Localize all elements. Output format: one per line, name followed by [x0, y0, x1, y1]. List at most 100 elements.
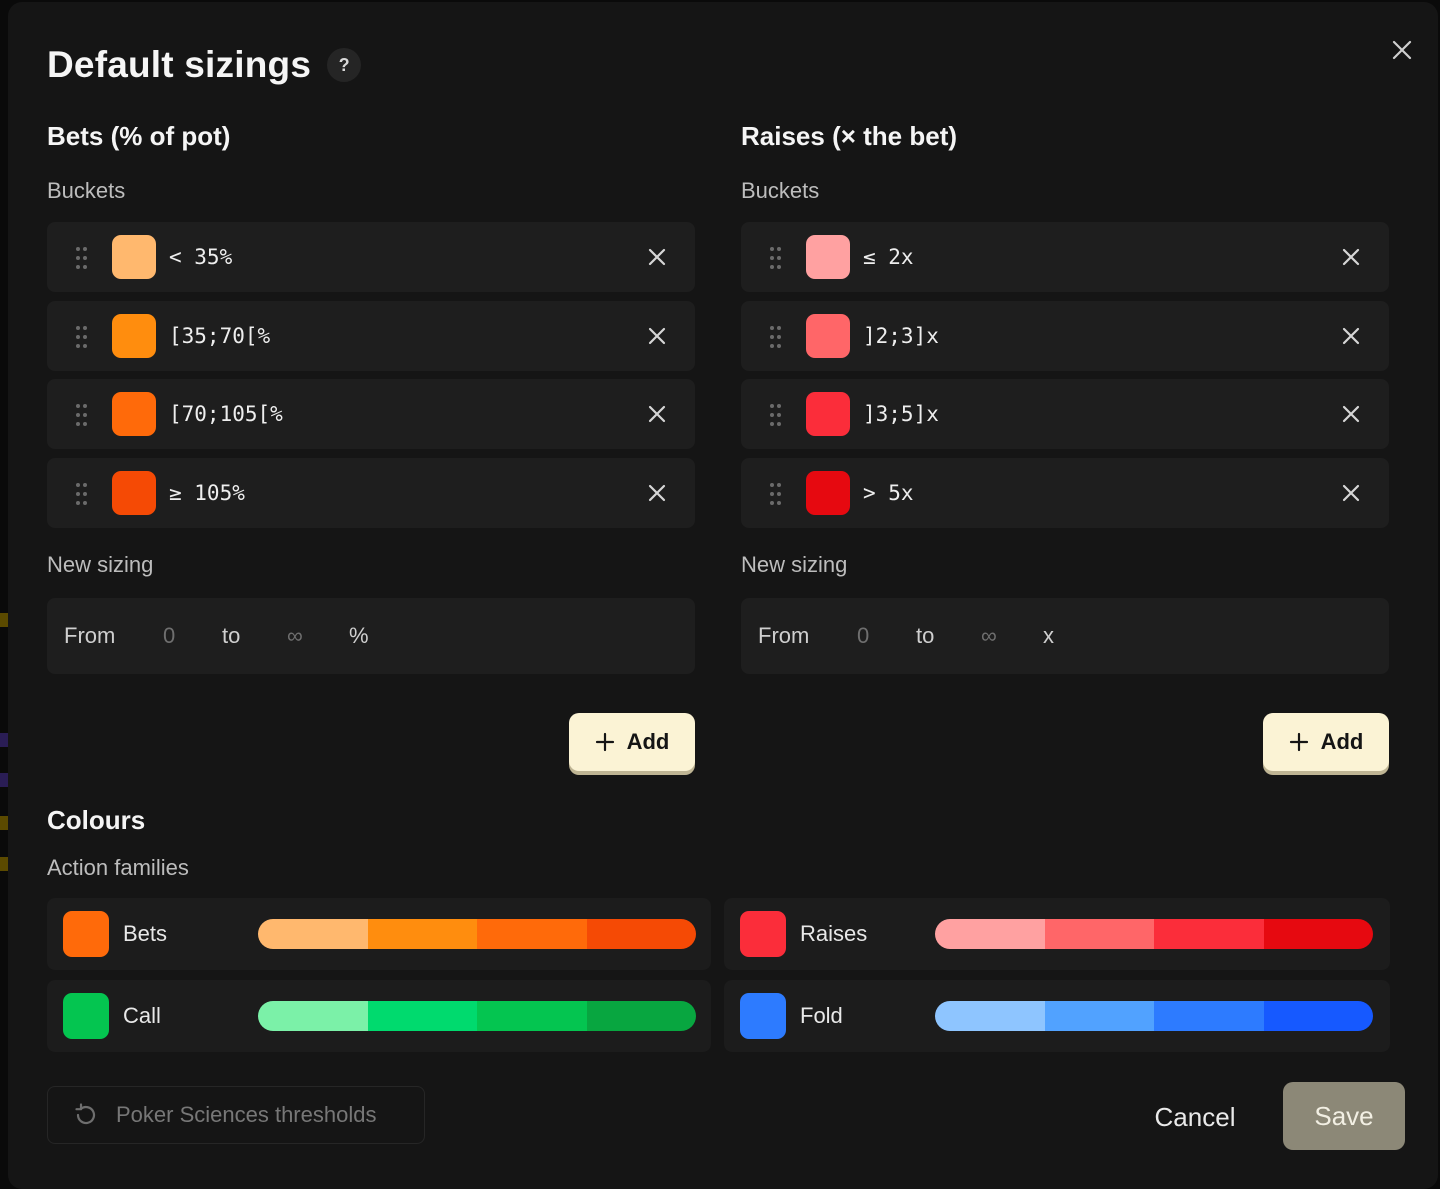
family-row-raises: Raises: [724, 898, 1390, 970]
drag-handle-icon[interactable]: [770, 326, 782, 348]
remove-bucket-icon[interactable]: [645, 402, 669, 426]
bucket-color-swatch[interactable]: [806, 235, 850, 279]
gradient-segment: [1263, 1001, 1373, 1031]
plus-icon: [1289, 732, 1308, 752]
family-label: Bets: [123, 921, 168, 946]
gradient-segment: [586, 1001, 696, 1031]
drag-handle-icon[interactable]: [770, 404, 782, 426]
bucket-color-swatch[interactable]: [806, 471, 850, 515]
bucket-color-swatch[interactable]: [112, 235, 156, 279]
bucket-color-swatch[interactable]: [806, 392, 850, 436]
family-gradient-bar: [935, 919, 1373, 949]
family-color-swatch[interactable]: [740, 993, 786, 1039]
remove-bucket-icon[interactable]: [1339, 402, 1363, 426]
gradient-segment: [258, 919, 368, 949]
drag-handle-icon[interactable]: [76, 404, 88, 426]
gradient-segment: [1154, 1001, 1264, 1031]
close-button[interactable]: [1384, 32, 1420, 68]
from-label: From: [758, 623, 810, 648]
gradient-segment: [477, 919, 587, 949]
to-input[interactable]: ∞: [981, 598, 997, 674]
raises-add-button[interactable]: Add: [1263, 713, 1389, 771]
gradient-segment: [367, 919, 477, 949]
drag-handle-icon[interactable]: [76, 247, 88, 269]
family-row-fold: Fold: [724, 980, 1390, 1052]
family-row-call: Call: [47, 980, 711, 1052]
remove-bucket-icon[interactable]: [1339, 245, 1363, 269]
drag-handle-icon[interactable]: [770, 483, 782, 505]
dialog-header: Default sizings ?: [47, 44, 362, 86]
family-label: Fold: [800, 1003, 843, 1028]
help-button[interactable]: ?: [327, 48, 362, 82]
plus-icon: [595, 732, 614, 752]
bucket-label: ≤ 2x: [863, 245, 914, 269]
raises-bucket-row: > 5x: [741, 458, 1389, 528]
raises-bucket-row: ≤ 2x: [741, 222, 1389, 292]
cancel-button[interactable]: Cancel: [1138, 1084, 1252, 1150]
dialog-title: Default sizings: [47, 44, 312, 85]
bucket-color-swatch[interactable]: [112, 471, 156, 515]
raises-buckets-label: Buckets: [741, 178, 820, 203]
family-color-swatch[interactable]: [63, 911, 109, 957]
reset-thresholds-button[interactable]: Poker Sciences thresholds: [47, 1086, 425, 1144]
bets-add-button[interactable]: Add: [569, 713, 695, 771]
bucket-label: ]3;5]x: [863, 402, 939, 426]
to-label: to: [222, 623, 241, 648]
gradient-segment: [935, 919, 1045, 949]
default-sizings-dialog: Default sizings ? Bets (% of pot) Bucket…: [8, 2, 1438, 1189]
family-gradient-bar: [258, 1001, 696, 1031]
from-input[interactable]: 0: [163, 598, 175, 674]
gradient-segment: [1044, 1001, 1154, 1031]
bucket-label: > 5x: [863, 481, 914, 505]
remove-bucket-icon[interactable]: [1339, 481, 1363, 505]
bucket-color-swatch[interactable]: [112, 314, 156, 358]
raises-bucket-row: ]3;5]x: [741, 379, 1389, 449]
family-label: Raises: [800, 921, 868, 946]
bets-bucket-row: [70;105[%: [47, 379, 695, 449]
bets-new-sizing-label: New sizing: [47, 552, 154, 577]
save-button[interactable]: Save: [1283, 1082, 1405, 1150]
action-families-label: Action families: [47, 855, 189, 880]
bucket-label: < 35%: [169, 245, 233, 269]
bucket-label: [35;70[%: [169, 324, 271, 348]
family-color-swatch[interactable]: [63, 993, 109, 1039]
remove-bucket-icon[interactable]: [645, 245, 669, 269]
remove-bucket-icon[interactable]: [1339, 324, 1363, 348]
gradient-segment: [586, 919, 696, 949]
family-gradient-bar: [935, 1001, 1373, 1031]
gradient-segment: [935, 1001, 1045, 1031]
bets-bucket-row: ≥ 105%: [47, 458, 695, 528]
reset-icon: [75, 1103, 96, 1125]
unit-label: x: [1043, 623, 1054, 648]
from-label: From: [64, 623, 116, 648]
colours-title: Colours: [47, 805, 146, 835]
gradient-segment: [1263, 919, 1373, 949]
unit-label: %: [349, 623, 369, 648]
remove-bucket-icon[interactable]: [645, 324, 669, 348]
drag-handle-icon[interactable]: [76, 483, 88, 505]
to-label: to: [916, 623, 935, 648]
gradient-segment: [367, 1001, 477, 1031]
bucket-label: [70;105[%: [169, 402, 283, 426]
to-input[interactable]: ∞: [287, 598, 303, 674]
family-gradient-bar: [258, 919, 696, 949]
add-label: Add: [1320, 729, 1364, 754]
family-color-swatch[interactable]: [740, 911, 786, 957]
bets-bucket-row: < 35%: [47, 222, 695, 292]
bucket-color-swatch[interactable]: [112, 392, 156, 436]
drag-handle-icon[interactable]: [76, 326, 88, 348]
raises-title: Raises (× the bet): [741, 121, 958, 151]
bucket-label: ]2;3]x: [863, 324, 939, 348]
drag-handle-icon[interactable]: [770, 247, 782, 269]
reset-label: Poker Sciences thresholds: [116, 1102, 377, 1127]
bucket-color-swatch[interactable]: [806, 314, 850, 358]
remove-bucket-icon[interactable]: [645, 481, 669, 505]
bucket-label: ≥ 105%: [169, 481, 245, 505]
bets-title: Bets (% of pot): [47, 121, 231, 151]
from-input[interactable]: 0: [857, 598, 869, 674]
bets-bucket-row: [35;70[%: [47, 301, 695, 371]
add-label: Add: [626, 729, 670, 754]
bets-buckets-label: Buckets: [47, 178, 126, 203]
raises-new-sizing-row: From 0 to ∞ x: [741, 598, 1389, 674]
gradient-segment: [258, 1001, 368, 1031]
